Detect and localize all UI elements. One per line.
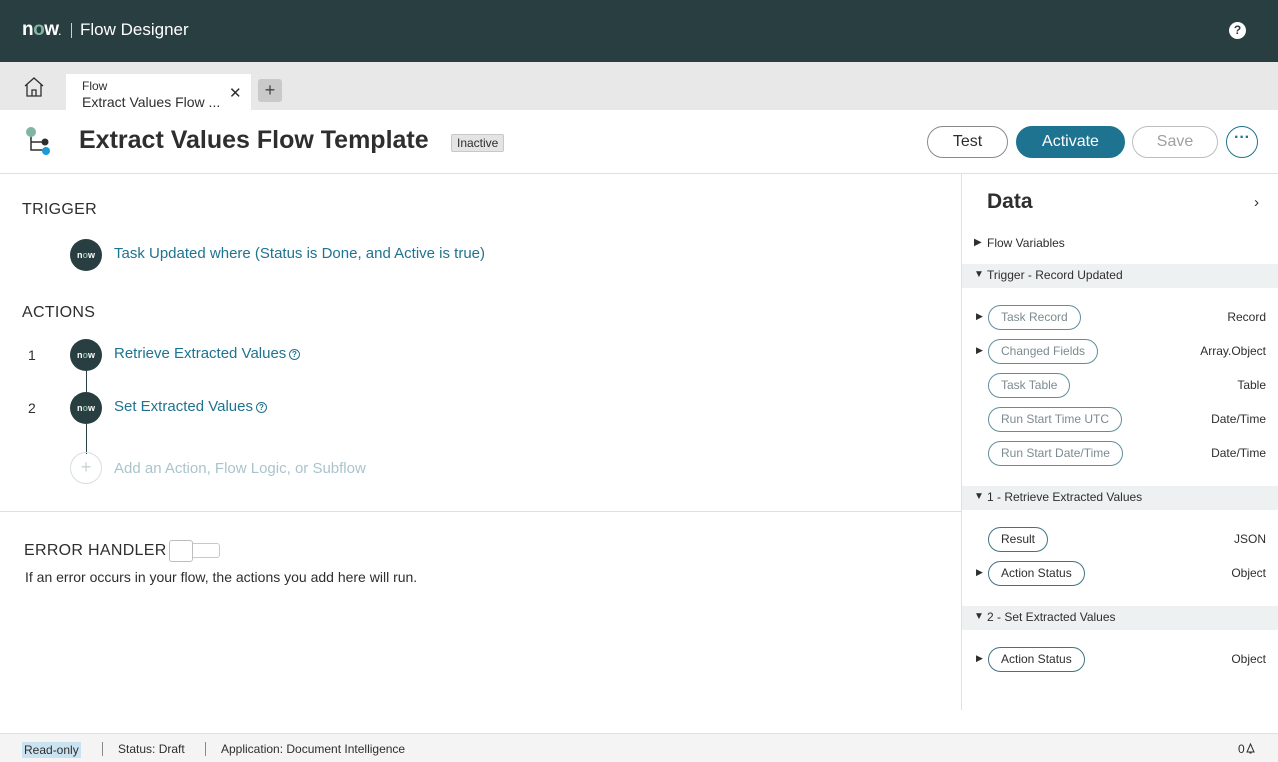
flow-canvas: TRIGGER now Task Updated where (Status i… — [0, 174, 961, 732]
data-pill-type: Object — [1231, 652, 1266, 666]
data-pill[interactable]: Changed Fields — [988, 339, 1099, 364]
caret-down-icon: ▼ — [974, 269, 984, 280]
tab-flow[interactable]: Flow Extract Values Flow ... ✕ — [66, 71, 251, 110]
status-badge: Inactive — [451, 134, 505, 152]
action-step-number: 1 — [28, 347, 36, 363]
toggle-knob — [169, 540, 193, 562]
data-pill[interactable]: Result — [988, 527, 1049, 552]
tab-name-label: Extract Values Flow ... — [82, 94, 221, 110]
data-pill-row: Result JSON — [962, 527, 1278, 553]
data-pill-row: Run Start Date/Time Date/Time — [962, 441, 1278, 467]
data-pill[interactable]: Task Table — [988, 373, 1071, 398]
save-button[interactable]: Save — [1132, 126, 1218, 158]
application-text: Application: Document Intelligence — [221, 742, 406, 756]
data-pill[interactable]: Action Status — [988, 647, 1085, 672]
app-header: now. Flow Designer ? — [0, 0, 1278, 62]
flow-connector — [86, 424, 87, 454]
trigger-heading: TRIGGER — [22, 201, 97, 218]
read-only-badge: Read-only — [22, 742, 81, 758]
group-flow-variables[interactable]: ▶ Flow Variables — [962, 232, 1278, 256]
now-logo[interactable]: now. — [22, 19, 61, 41]
caret-right-icon[interactable]: ▶ — [976, 345, 983, 356]
caret-right-icon[interactable]: ▶ — [976, 311, 983, 322]
data-pill[interactable]: Task Record — [988, 305, 1081, 330]
actions-heading: ACTIONS — [22, 304, 96, 321]
page-title: Extract Values Flow Template — [79, 126, 429, 154]
notifications-button[interactable]: 0 — [1238, 742, 1256, 756]
more-options-button[interactable]: ··· — [1226, 126, 1258, 158]
caret-right-icon: ▶ — [974, 237, 982, 248]
data-pill-type: Date/Time — [1211, 412, 1266, 426]
chevron-right-icon[interactable]: › — [1254, 194, 1259, 211]
data-pill-type: Object — [1231, 566, 1266, 580]
caret-down-icon: ▼ — [974, 491, 984, 502]
group-step-2[interactable]: ▼ 2 - Set Extracted Values — [962, 606, 1278, 630]
tab-type-label: Flow — [82, 79, 108, 93]
tab-strip: Flow Extract Values Flow ... ✕ + — [0, 62, 1278, 110]
notification-count: 0 — [1238, 742, 1245, 756]
bell-icon — [1245, 742, 1255, 754]
add-tab-button[interactable]: + — [258, 79, 282, 102]
data-pill-type: Array.Object — [1200, 344, 1266, 358]
data-pill-row: Run Start Time UTC Date/Time — [962, 407, 1278, 433]
data-panel-title: Data — [987, 190, 1033, 213]
test-button[interactable]: Test — [927, 126, 1008, 158]
activate-button[interactable]: Activate — [1016, 126, 1125, 158]
status-separator — [205, 742, 206, 756]
group-label: Trigger - Record Updated — [987, 268, 1123, 282]
data-pill-type: JSON — [1233, 532, 1266, 546]
error-handler-toggle[interactable] — [169, 540, 220, 562]
app-title: Flow Designer — [80, 20, 189, 39]
data-pill-row: ▶ Task Record Record — [962, 305, 1278, 331]
header-divider — [71, 23, 72, 38]
group-label: Flow Variables — [987, 236, 1065, 250]
group-label: 1 - Retrieve Extracted Values — [987, 490, 1143, 504]
help-icon[interactable]: ? — [1229, 22, 1246, 39]
trigger-node-icon: now — [70, 239, 102, 271]
action-step-number: 2 — [28, 400, 36, 416]
data-panel: Data › ▶ Flow Variables ▼ Trigger - Reco… — [961, 174, 1278, 710]
error-handler-description: If an error occurs in your flow, the act… — [25, 569, 418, 585]
data-pill-row: Task Table Table — [962, 373, 1278, 399]
action-link-retrieve[interactable]: Retrieve Extracted Values — [114, 345, 286, 362]
info-icon[interactable]: ? — [256, 402, 267, 413]
group-step-1[interactable]: ▼ 1 - Retrieve Extracted Values — [962, 486, 1278, 510]
add-action-link[interactable]: Add an Action, Flow Logic, or Subflow — [114, 460, 366, 477]
data-pill-row: ▶ Changed Fields Array.Object — [962, 339, 1278, 365]
info-icon[interactable]: ? — [289, 349, 300, 360]
data-pill-type: Table — [1237, 378, 1266, 392]
data-pill-type: Date/Time — [1211, 446, 1266, 460]
action-node-icon: now — [70, 339, 102, 371]
data-pill-row: ▶ Action Status Object — [962, 647, 1278, 673]
trigger-link[interactable]: Task Updated where (Status is Done, and … — [114, 245, 485, 262]
close-icon[interactable]: ✕ — [229, 84, 242, 102]
flow-tree-icon — [26, 127, 50, 155]
status-separator — [102, 742, 103, 756]
group-label: 2 - Set Extracted Values — [987, 610, 1116, 624]
data-pill[interactable]: Run Start Time UTC — [988, 407, 1123, 432]
flow-status-text: Status: Draft — [118, 742, 185, 756]
caret-right-icon[interactable]: ▶ — [976, 567, 983, 578]
section-divider — [0, 511, 961, 512]
data-pill-type: Record — [1227, 310, 1266, 324]
error-handler-heading: ERROR HANDLER — [24, 542, 167, 559]
home-icon — [24, 77, 44, 97]
data-pill[interactable]: Run Start Date/Time — [988, 441, 1123, 466]
flow-connector — [86, 371, 87, 392]
caret-down-icon: ▼ — [974, 611, 984, 622]
caret-right-icon[interactable]: ▶ — [976, 653, 983, 664]
action-link-set[interactable]: Set Extracted Values — [114, 398, 253, 415]
data-pill[interactable]: Action Status — [988, 561, 1085, 586]
group-trigger[interactable]: ▼ Trigger - Record Updated — [962, 264, 1278, 288]
flow-title-bar: Extract Values Flow Template Inactive Te… — [0, 110, 1278, 174]
add-action-icon[interactable]: + — [70, 452, 102, 484]
home-tab[interactable] — [14, 72, 54, 102]
status-bar: Read-only Status: Draft Application: Doc… — [0, 733, 1278, 762]
action-node-icon: now — [70, 392, 102, 424]
data-pill-row: ▶ Action Status Object — [962, 561, 1278, 587]
